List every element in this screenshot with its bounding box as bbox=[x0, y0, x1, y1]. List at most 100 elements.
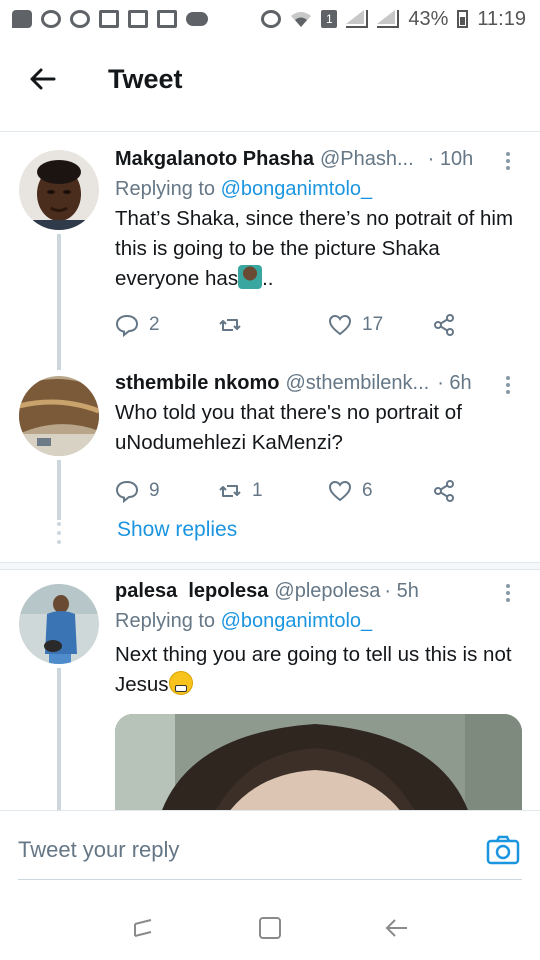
battery-percent: 43% bbox=[408, 7, 449, 30]
like-button[interactable]: 6 bbox=[328, 479, 432, 503]
reply-button[interactable]: 2 bbox=[115, 313, 218, 337]
author-name[interactable]: palesa lepolesa bbox=[115, 578, 268, 604]
thread-line bbox=[57, 354, 61, 366]
signal-icon-2 bbox=[377, 10, 400, 28]
more-options-button[interactable] bbox=[498, 580, 518, 606]
recent-apps-icon bbox=[134, 919, 152, 937]
tweet-actions: 2 17 bbox=[115, 310, 518, 340]
avatar[interactable] bbox=[19, 376, 99, 456]
man-shrugging-emoji-icon bbox=[238, 265, 263, 289]
battery-icon bbox=[457, 10, 469, 28]
signal-icon bbox=[346, 10, 369, 28]
like-count: 6 bbox=[362, 480, 373, 501]
like-button[interactable]: 17 bbox=[328, 313, 432, 337]
reply-composer: Tweet your reply bbox=[0, 810, 540, 896]
tweet-text-suffix: .. bbox=[262, 267, 274, 290]
avatar[interactable] bbox=[19, 150, 99, 230]
tweet-body: Makgalanoto Phasha @Phash... · 10h Reply… bbox=[115, 146, 518, 340]
retweet-icon bbox=[219, 319, 241, 331]
sim-icon: 1 bbox=[321, 10, 338, 28]
tweet-header: Makgalanoto Phasha @Phash... · 10h bbox=[115, 146, 518, 172]
home-icon bbox=[258, 917, 281, 939]
back-nav-icon bbox=[385, 919, 407, 937]
share-button[interactable] bbox=[432, 313, 456, 337]
avatar[interactable] bbox=[19, 584, 99, 664]
author-name[interactable]: sthembile nkomo bbox=[115, 370, 279, 396]
thread-line bbox=[57, 460, 61, 520]
reply-count: 2 bbox=[149, 314, 160, 335]
reply-feed[interactable]: Makgalanoto Phasha @Phash... · 10h Reply… bbox=[0, 132, 540, 810]
tweet-1[interactable]: Makgalanoto Phasha @Phash... · 10h Reply… bbox=[0, 132, 540, 370]
more-options-button[interactable] bbox=[498, 372, 518, 398]
reply-icon bbox=[115, 480, 139, 503]
conversation-separator bbox=[0, 562, 540, 570]
checklist-icon bbox=[128, 10, 148, 28]
thread-line bbox=[57, 668, 61, 810]
gallery-icon bbox=[157, 10, 177, 28]
tweet-time: · 5h bbox=[384, 580, 419, 602]
replying-prefix: Replying to bbox=[115, 610, 221, 632]
camera-icon bbox=[486, 835, 520, 865]
thread-continuation-dots bbox=[57, 522, 61, 544]
tweet-image[interactable] bbox=[115, 714, 522, 810]
android-nav-bar bbox=[0, 896, 540, 960]
eye-icon bbox=[186, 12, 208, 26]
tweet-text: That’s Shaka, since there’s no potrait o… bbox=[115, 204, 518, 294]
gmail-icon bbox=[99, 10, 119, 28]
arrow-left-icon bbox=[30, 68, 56, 90]
share-button[interactable] bbox=[432, 479, 456, 503]
back-button[interactable] bbox=[10, 47, 74, 111]
message-icon bbox=[12, 10, 32, 28]
heart-icon bbox=[328, 314, 352, 336]
back-nav-button[interactable] bbox=[379, 910, 415, 946]
retweet-count: 1 bbox=[252, 480, 263, 501]
more-options-button[interactable] bbox=[498, 148, 518, 174]
thread-line bbox=[57, 234, 61, 370]
reply-input-underline bbox=[18, 879, 522, 880]
show-replies-link[interactable]: Show replies bbox=[117, 518, 237, 542]
replying-to-link[interactable]: @bonganimtolo_ bbox=[221, 610, 373, 632]
author-name[interactable]: Makgalanoto Phasha bbox=[115, 146, 314, 172]
retweet-button[interactable]: 1 bbox=[218, 479, 328, 503]
share-icon bbox=[434, 480, 454, 502]
heart-icon bbox=[328, 480, 352, 502]
tweet-time: · 6h bbox=[437, 372, 472, 394]
reply-input[interactable]: Tweet your reply bbox=[18, 837, 179, 863]
wifi-icon bbox=[291, 12, 312, 27]
share-icon bbox=[434, 314, 454, 336]
system-icons: 1 43% 11:19 bbox=[261, 8, 526, 31]
tweet-text: Next thing you are going to tell us this… bbox=[115, 640, 518, 700]
recent-apps-button[interactable] bbox=[125, 910, 161, 946]
page-title: Tweet bbox=[108, 63, 183, 94]
tweet-text-content: That’s Shaka, since there’s no potrait o… bbox=[115, 207, 514, 290]
whatsapp-icon bbox=[41, 10, 61, 28]
like-count: 17 bbox=[362, 314, 384, 335]
tweet-body: palesa lepolesa @plepolesa · 5h Replying… bbox=[115, 578, 518, 700]
tweet-text: Who told you that there's no portrait of… bbox=[115, 401, 462, 454]
reply-icon bbox=[115, 314, 139, 337]
notification-icons bbox=[12, 10, 208, 28]
author-handle[interactable]: @sthembilenk... bbox=[285, 370, 429, 396]
tweet-header: sthembile nkomo @sthembilenk... · 6h bbox=[115, 370, 518, 396]
tweet-actions: 9 1 6 bbox=[115, 476, 518, 506]
tweet-header: palesa lepolesa @plepolesa · 5h bbox=[115, 578, 518, 604]
tweet-time: · 10h bbox=[427, 148, 474, 170]
tweet-2[interactable]: sthembile nkomo @sthembilenk... · 6h Who… bbox=[0, 354, 540, 520]
reply-button[interactable]: 9 bbox=[115, 479, 218, 503]
grimacing-face-emoji-icon bbox=[168, 671, 193, 695]
author-handle[interactable]: @Phash... bbox=[320, 146, 414, 172]
replying-prefix: Replying to bbox=[115, 178, 221, 200]
status-bar: 1 43% 11:19 bbox=[0, 0, 540, 38]
opera-icon bbox=[70, 10, 90, 28]
reply-count: 9 bbox=[149, 480, 160, 501]
app-header: Tweet bbox=[0, 38, 540, 120]
replying-to-link[interactable]: @bonganimtolo_ bbox=[221, 178, 373, 200]
author-handle[interactable]: @plepolesa bbox=[274, 578, 380, 604]
replying-to: Replying to @bonganimtolo_ bbox=[115, 174, 518, 204]
camera-button[interactable] bbox=[486, 833, 520, 867]
tweet-body: sthembile nkomo @sthembilenk... · 6h Who… bbox=[115, 370, 518, 506]
alarm-icon bbox=[261, 10, 282, 28]
clock: 11:19 bbox=[477, 7, 526, 30]
home-button[interactable] bbox=[252, 910, 288, 946]
retweet-button[interactable] bbox=[218, 313, 328, 337]
